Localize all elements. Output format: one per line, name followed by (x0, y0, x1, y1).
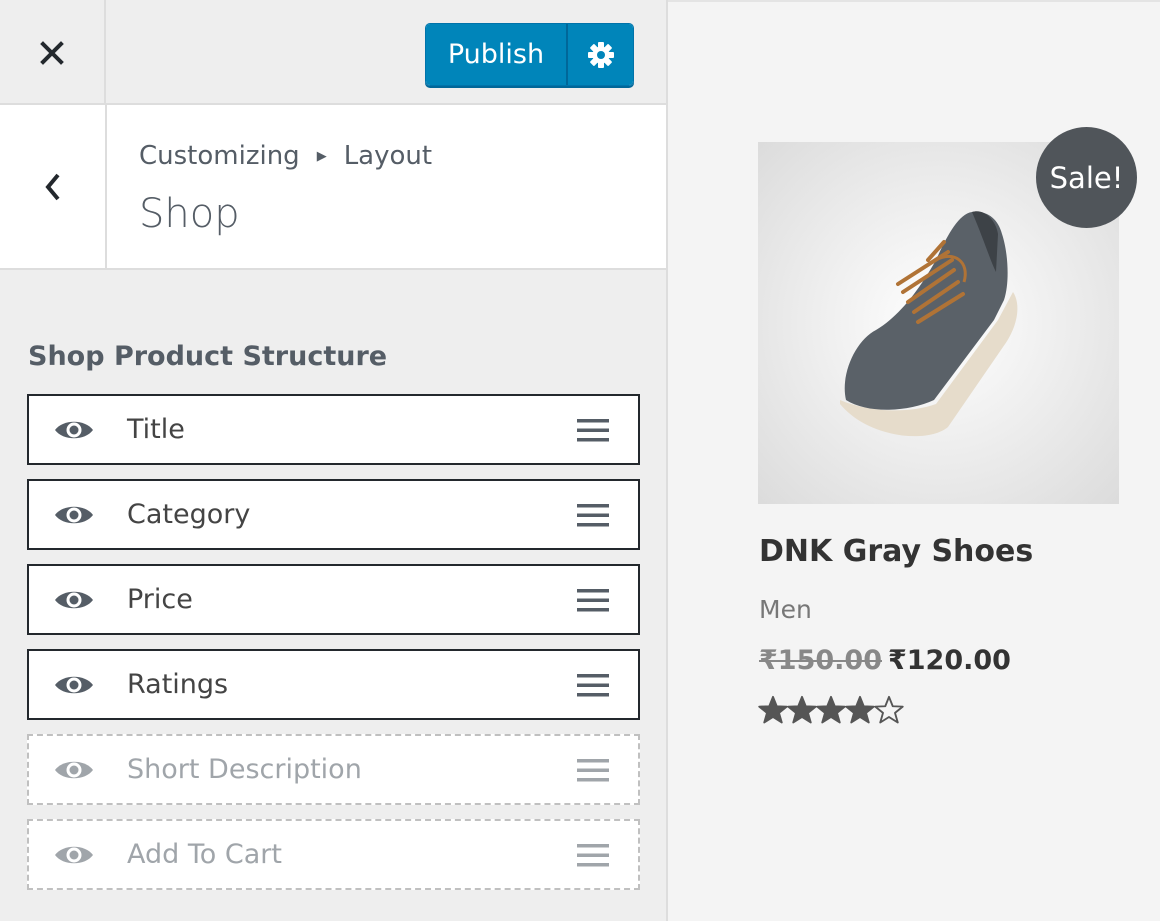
structure-list: Title Category Price Ratings Short Descripti… (27, 394, 640, 904)
gear-icon (587, 41, 614, 68)
structure-item-label: Short Description (127, 754, 362, 785)
back-button[interactable] (0, 105, 107, 268)
product-title[interactable]: DNK Gray Shoes (759, 534, 1033, 569)
structure-item[interactable]: Price (27, 564, 640, 635)
publish-button-group: Publish (425, 23, 634, 86)
eye-icon[interactable] (53, 757, 95, 783)
structure-item[interactable]: Short Description (27, 734, 640, 805)
drag-handle-icon[interactable] (577, 504, 609, 527)
drag-handle-icon[interactable] (577, 419, 609, 442)
eye-icon[interactable] (53, 502, 95, 528)
section-header: Customizing ▶ Layout Shop (0, 105, 666, 270)
star-filled-icon (787, 695, 817, 724)
sale-badge: Sale! (1036, 127, 1137, 228)
drag-handle-icon[interactable] (577, 674, 609, 697)
breadcrumb: Customizing ▶ Layout (139, 141, 432, 171)
section-title: Shop Product Structure (28, 341, 388, 372)
publish-settings-button[interactable] (568, 24, 633, 85)
eye-icon[interactable] (53, 842, 95, 868)
sale-price: ₹120.00 (887, 645, 1011, 676)
structure-item-label: Category (127, 499, 251, 530)
page-title: Shop (139, 191, 240, 237)
drag-handle-icon[interactable] (577, 759, 609, 782)
close-button[interactable] (0, 0, 106, 105)
publish-button[interactable]: Publish (426, 24, 568, 85)
drag-handle-icon[interactable] (577, 589, 609, 612)
eye-icon[interactable] (53, 587, 95, 613)
live-preview: Sale! DNK Gray Shoes Men ₹150.00 ₹120.00 (668, 0, 1160, 921)
drag-handle-icon[interactable] (577, 844, 609, 867)
breadcrumb-separator-icon: ▶ (316, 148, 327, 164)
chevron-left-icon (44, 173, 60, 200)
structure-item-label: Price (127, 584, 193, 615)
breadcrumb-item-customizing: Customizing (139, 141, 300, 171)
structure-item-label: Ratings (127, 669, 229, 700)
star-empty-icon (874, 695, 904, 724)
star-filled-icon (816, 695, 846, 724)
customizer-topbar: Publish (0, 0, 666, 105)
customizer-panel: Publish Customizing ▶ Layout Shop Shop P… (0, 0, 668, 921)
structure-item[interactable]: Category (27, 479, 640, 550)
structure-item[interactable]: Add To Cart (27, 819, 640, 890)
product-price: ₹150.00 ₹120.00 (759, 645, 1011, 676)
star-filled-icon (758, 695, 788, 724)
structure-item-label: Title (127, 414, 185, 445)
structure-item[interactable]: Ratings (27, 649, 640, 720)
product-category[interactable]: Men (759, 595, 812, 624)
eye-icon[interactable] (53, 672, 95, 698)
product-rating (758, 695, 904, 725)
eye-icon[interactable] (53, 417, 95, 443)
old-price: ₹150.00 (759, 645, 882, 676)
breadcrumb-item-layout: Layout (343, 141, 433, 171)
close-icon (40, 40, 64, 65)
structure-item-label: Add To Cart (127, 839, 282, 870)
structure-item[interactable]: Title (27, 394, 640, 465)
star-filled-icon (845, 695, 875, 724)
